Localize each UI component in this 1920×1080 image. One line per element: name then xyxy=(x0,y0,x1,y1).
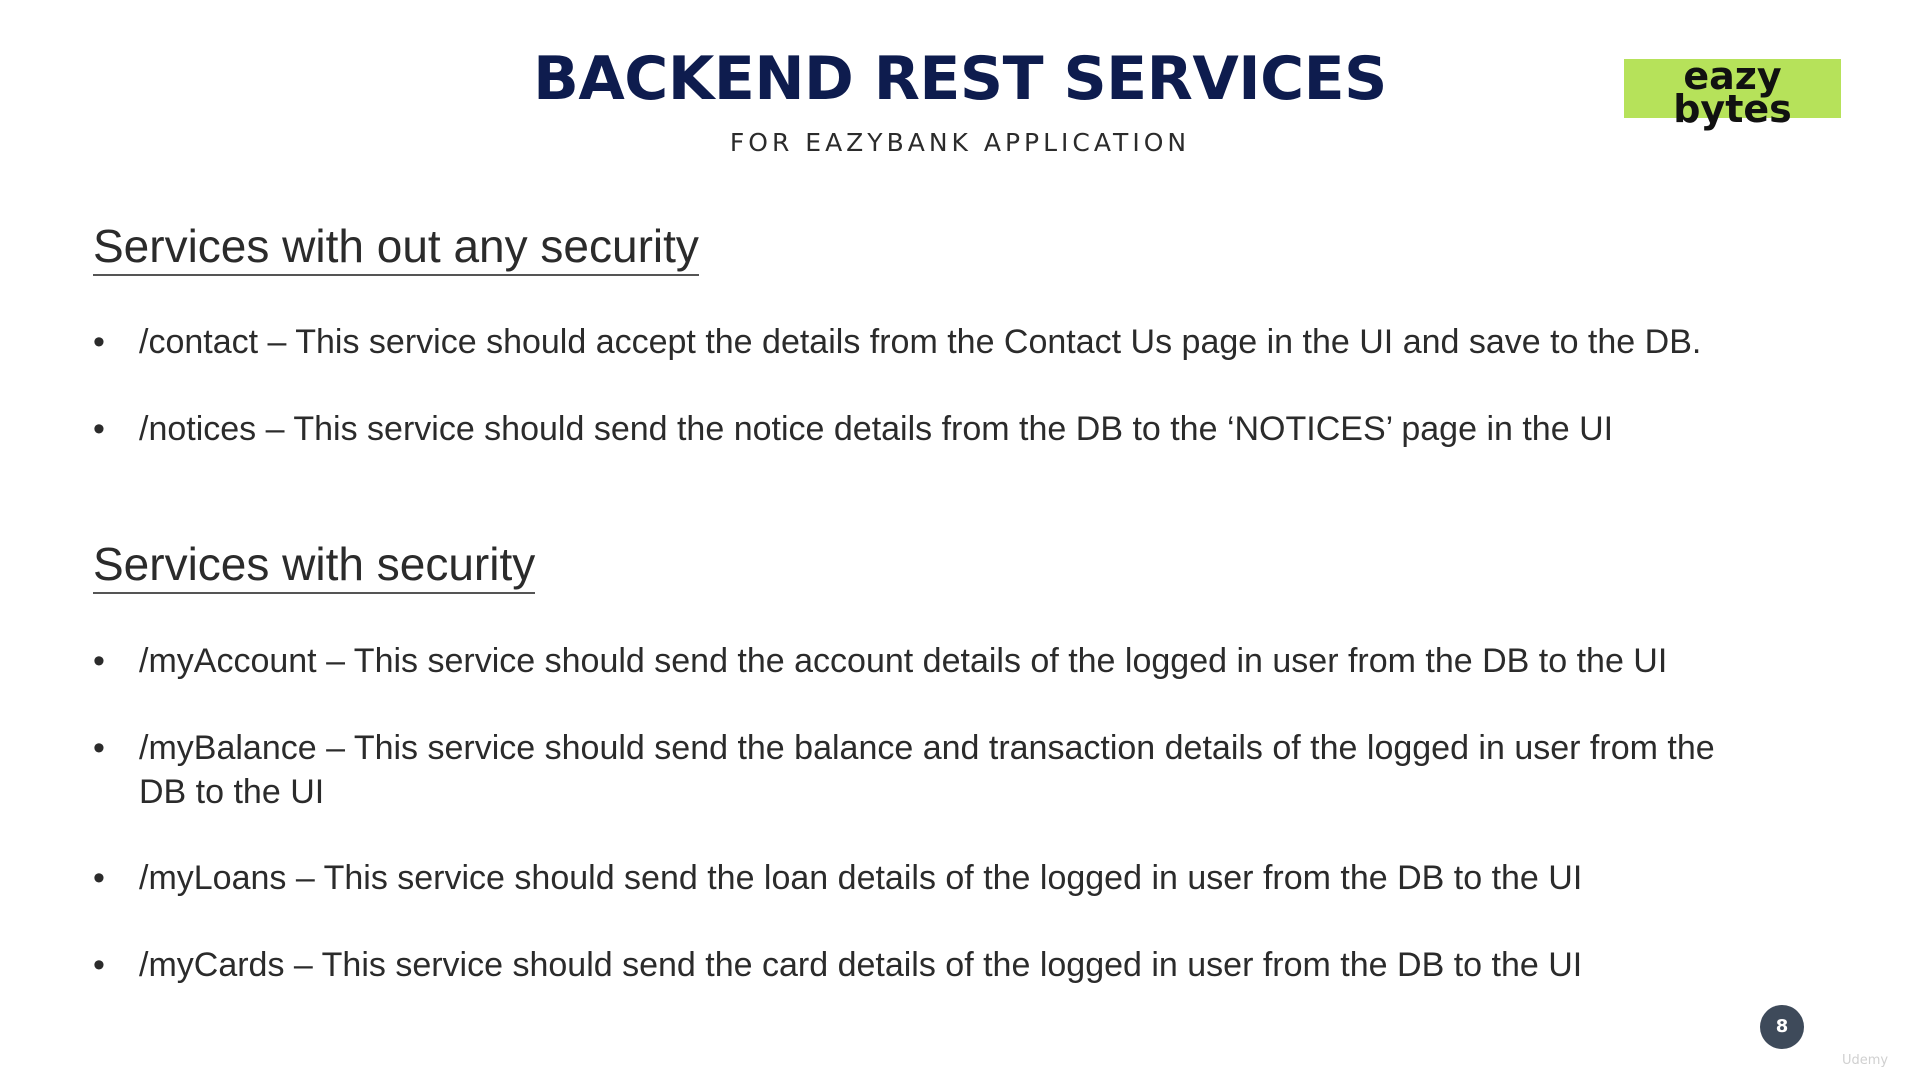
list-item-text: /myBalance – This service should send th… xyxy=(139,729,1715,811)
bullet-icon: • xyxy=(93,410,105,448)
list-item-text: /myAccount – This service should send th… xyxy=(139,642,1668,680)
section-heading-secured: Services with security xyxy=(93,538,536,594)
slide-subtitle: FOR EAZYBANK APPLICATION xyxy=(729,128,1191,157)
list-item: • /myBalance – This service should send … xyxy=(93,726,1753,814)
list-item: • /myAccount – This service should send … xyxy=(93,639,1753,683)
list-item: • /contact – This service should accept … xyxy=(93,320,1753,364)
list-item: • /myCards – This service should send th… xyxy=(93,943,1753,987)
eazybytes-logo: eazy bytes xyxy=(1624,57,1841,128)
bullet-icon: • xyxy=(93,642,105,680)
bullet-icon: • xyxy=(93,323,105,361)
list-item-text: /myCards – This service should send the … xyxy=(139,946,1583,984)
bullet-icon: • xyxy=(93,859,105,897)
list-item: • /notices – This service should send th… xyxy=(93,407,1753,451)
bullet-icon: • xyxy=(93,729,105,767)
bullet-icon: • xyxy=(93,946,105,984)
udemy-watermark: Udemy xyxy=(1842,1053,1889,1068)
list-item-text: /contact – This service should accept th… xyxy=(139,323,1702,361)
list-item: • /myLoans – This service should send th… xyxy=(93,856,1753,900)
section-heading-unsecured: Services with out any security xyxy=(93,220,699,276)
list-item-text: /notices – This service should send the … xyxy=(139,410,1614,448)
list-item-text: /myLoans – This service should send the … xyxy=(139,859,1583,897)
logo-line-2: bytes xyxy=(1673,87,1792,131)
page-number-badge: 8 xyxy=(1760,1005,1804,1049)
slide: BACKEND REST SERVICES FOR EAZYBANK APPLI… xyxy=(0,0,1920,1080)
